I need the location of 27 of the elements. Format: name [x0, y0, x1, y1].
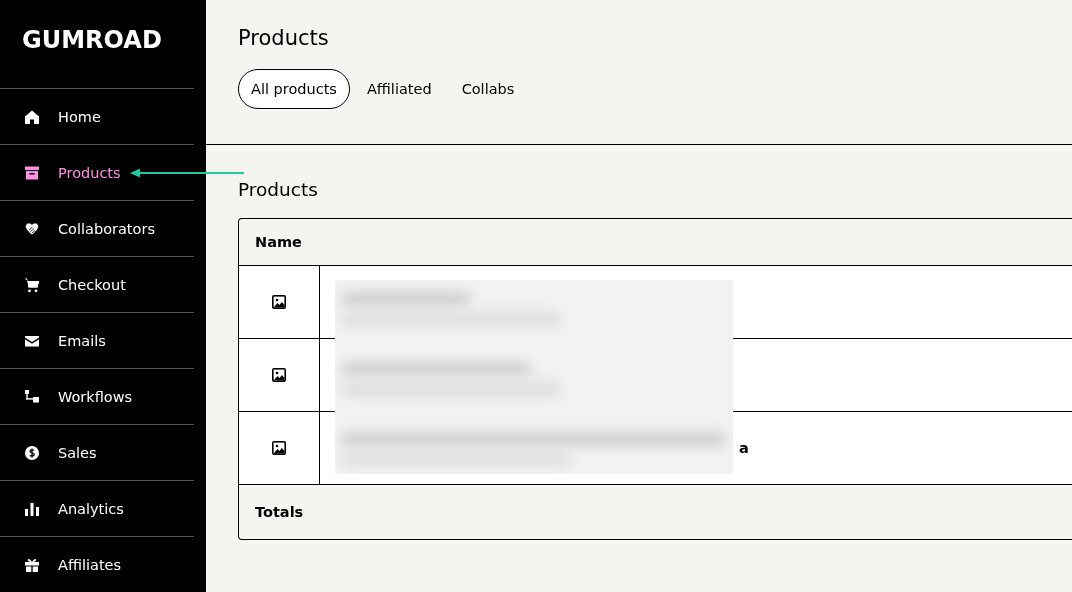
nav-item[interactable]: Affiliates	[0, 536, 194, 592]
home-icon	[24, 108, 40, 125]
nav-item[interactable]: Workflows	[0, 368, 194, 424]
nav-item[interactable]: Checkout	[0, 256, 194, 312]
nav-item[interactable]: Collaborators	[0, 200, 194, 256]
tab[interactable]: All products	[238, 69, 350, 109]
image-icon	[271, 440, 287, 456]
dollar-icon	[24, 444, 40, 461]
nav-item[interactable]: Sales	[0, 424, 194, 480]
workflow-icon	[24, 388, 40, 405]
bar-chart-icon	[24, 500, 40, 517]
nav-item[interactable]: Emails	[0, 312, 194, 368]
gift-icon	[24, 556, 40, 573]
archive-icon	[24, 164, 40, 181]
cart-icon	[24, 276, 40, 293]
logo: GUMROAD	[21, 25, 163, 56]
product-name[interactable]: a	[739, 440, 749, 456]
nav-item[interactable]: Home	[0, 88, 194, 144]
column-header: Name	[255, 234, 302, 250]
section-title: Products	[238, 179, 319, 200]
tab[interactable]: Affiliated	[353, 69, 445, 109]
totals-label: Totals	[255, 504, 304, 520]
page-title: Products	[238, 26, 330, 50]
image-icon	[271, 367, 287, 383]
tab[interactable]: Collabs	[448, 69, 528, 109]
image-icon	[271, 294, 287, 310]
nav-item[interactable]: Analytics	[0, 480, 194, 536]
